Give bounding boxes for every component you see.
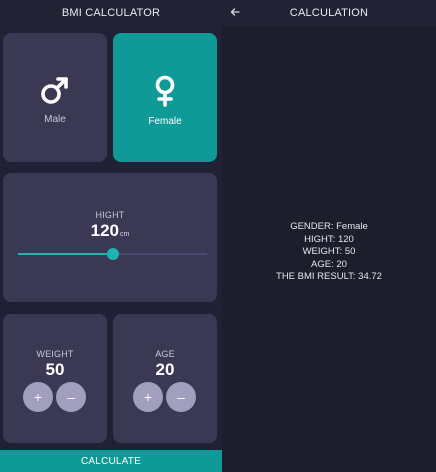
age-label: AGE: [155, 349, 175, 359]
arrow-left-icon[interactable]: [228, 4, 242, 20]
female-icon: [150, 68, 180, 108]
height-value-row: 120cm: [3, 221, 217, 241]
female-label: Female: [148, 116, 182, 127]
calculate-button[interactable]: CALCULATE: [0, 450, 222, 472]
age-plus-button[interactable]: +: [133, 382, 163, 412]
result-weight: WEIGHT: 50: [302, 246, 356, 257]
height-unit: cm: [120, 231, 130, 238]
weight-plus-button[interactable]: +: [23, 382, 53, 412]
weight-minus-button[interactable]: –: [56, 382, 86, 412]
app-bar: BMI CALCULATOR: [0, 0, 222, 26]
age-minus-button[interactable]: –: [166, 382, 196, 412]
calculation-screen: CALCULATION GENDER: Female HIGHT: 120 WE…: [222, 0, 436, 472]
height-card: HIGHT 120cm: [3, 173, 217, 302]
age-value: 20: [155, 360, 175, 379]
height-label: HIGHT: [95, 210, 125, 220]
male-icon: [38, 70, 72, 106]
app-bar-calculation: CALCULATION: [222, 0, 436, 26]
result-height: HIGHT: 120: [304, 233, 354, 245]
calculation-title: CALCULATION: [289, 7, 369, 19]
result-gender: GENDER: Female: [290, 221, 368, 232]
result-age: AGE: 20: [311, 258, 347, 270]
age-card: AGE 20 + –: [113, 314, 217, 443]
height-slider-thumb[interactable]: [106, 248, 119, 260]
bmi-calculator-screen: BMI CALCULATOR Male Female HIGHT 120cm W…: [0, 0, 222, 472]
male-label: Male: [44, 114, 66, 125]
height-slider[interactable]: [18, 248, 207, 260]
result-bmi: THE BMI RESULT: 34.72: [276, 271, 382, 282]
height-value: 120: [90, 221, 120, 240]
weight-label: WEIGHT: [36, 349, 74, 359]
male-card[interactable]: Male: [3, 33, 107, 162]
results-block: GENDER: Female HIGHT: 120 WEIGHT: 50 AGE…: [222, 221, 436, 284]
height-slider-fill: [18, 253, 113, 255]
calculate-label: CALCULATE: [81, 455, 141, 467]
weight-value: 50: [45, 360, 65, 379]
female-card[interactable]: Female: [113, 33, 217, 162]
weight-card: WEIGHT 50 + –: [3, 314, 107, 443]
app-title: BMI CALCULATOR: [61, 7, 161, 19]
